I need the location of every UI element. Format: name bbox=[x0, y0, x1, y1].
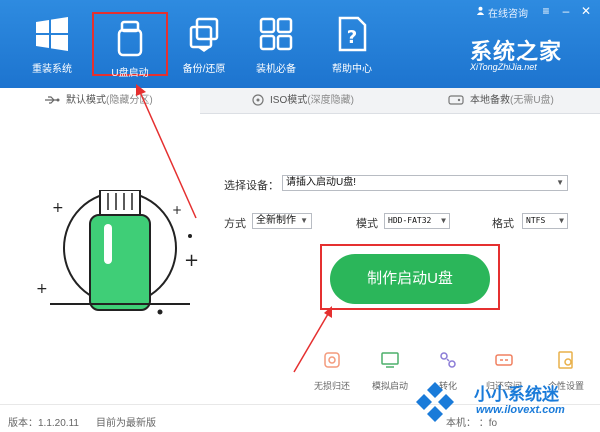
watermark-logo-icon bbox=[416, 382, 454, 422]
brand-subtitle: XiTongZhiJia.net bbox=[470, 62, 537, 72]
device-select[interactable]: 请插入启动U盘! ▼ bbox=[282, 175, 568, 191]
svg-text:+: + bbox=[172, 203, 182, 217]
restore-icon bbox=[324, 352, 340, 368]
tab-label: 本地备救 bbox=[470, 95, 510, 106]
method-select[interactable]: 全新制作 ▼ bbox=[252, 213, 312, 229]
nav-label: 装机必备 bbox=[256, 64, 296, 75]
format-label: 格式 bbox=[492, 218, 514, 230]
mode-tabs: 默认模式(隐藏分区) ISO模式(深度隐藏) 本地备救(无需U盘) bbox=[0, 88, 600, 115]
tool-label: 无损归还 bbox=[313, 381, 350, 391]
convert-icon bbox=[440, 352, 456, 368]
personalize-icon bbox=[558, 351, 573, 369]
nav-label: 备份/还原 bbox=[182, 64, 226, 75]
device-label: 选择设备： bbox=[224, 180, 279, 192]
apps-grid-icon bbox=[259, 17, 293, 51]
reclaim-space-icon bbox=[495, 354, 513, 366]
chevron-down-icon: ▼ bbox=[300, 216, 308, 225]
minimize-icon[interactable]: – bbox=[560, 5, 572, 17]
svg-text:+: + bbox=[184, 250, 199, 271]
tab-suffix: (深度隐藏) bbox=[307, 95, 354, 106]
close-icon[interactable]: ✕ bbox=[580, 5, 592, 17]
mode-select-value: HDD-FAT32 bbox=[388, 216, 432, 225]
tab-label: 默认模式 bbox=[66, 95, 106, 106]
hard-drive-icon bbox=[448, 95, 464, 105]
nav-label: U盘启动 bbox=[111, 68, 149, 79]
tab-suffix: (无需U盘) bbox=[510, 95, 554, 106]
windows-logo-icon bbox=[36, 17, 68, 51]
disc-icon bbox=[252, 94, 264, 106]
tab-label: ISO模式 bbox=[270, 95, 308, 106]
watermark-title: 小小系统迷 bbox=[474, 385, 559, 404]
usb-illustration: + + + + bbox=[36, 190, 199, 315]
chevron-down-icon: ▼ bbox=[559, 216, 564, 225]
top-header: 重装系统 U盘启动 备份/还原 装机必备 ? 帮助中心 在线咨询 ≡ – ✕ 系… bbox=[0, 0, 600, 88]
tab-local-rescue[interactable]: 本地备救(无需U盘) bbox=[400, 88, 600, 114]
nav-reinstall-system[interactable]: 重装系统 bbox=[14, 10, 90, 75]
user-icon bbox=[476, 6, 485, 15]
online-help-link[interactable]: 在线咨询 bbox=[488, 5, 528, 20]
format-select[interactable]: NTFS ▼ bbox=[522, 213, 568, 229]
method-label: 方式 bbox=[224, 218, 246, 230]
svg-text:+: + bbox=[36, 281, 48, 297]
mode-select[interactable]: HDD-FAT32 ▼ bbox=[384, 213, 450, 229]
annotation-highlight-box bbox=[320, 244, 500, 310]
svg-text:?: ? bbox=[347, 27, 357, 48]
nav-label: 重装系统 bbox=[32, 64, 72, 75]
chevron-down-icon: ▼ bbox=[441, 216, 446, 225]
update-status-text: 目前为最新版 bbox=[96, 418, 156, 429]
format-select-value: NTFS bbox=[526, 216, 546, 225]
nav-usb-boot[interactable]: U盘启动 bbox=[92, 12, 168, 79]
chevron-down-icon: ▼ bbox=[556, 178, 564, 187]
simulate-boot-icon bbox=[381, 352, 399, 368]
nav-essentials[interactable]: 装机必备 bbox=[238, 10, 314, 75]
tab-iso-mode[interactable]: ISO模式(深度隐藏) bbox=[200, 88, 400, 114]
usb-drive-icon bbox=[117, 20, 143, 57]
tab-suffix: (隐藏分区) bbox=[106, 95, 153, 106]
nav-help-center[interactable]: ? 帮助中心 bbox=[314, 10, 390, 75]
tool-lossless-restore[interactable]: 无损归还 bbox=[302, 350, 362, 392]
nav-backup-restore[interactable]: 备份/还原 bbox=[166, 10, 242, 75]
nav-label: 帮助中心 bbox=[332, 64, 372, 75]
usb-symbol-icon bbox=[45, 96, 60, 104]
method-select-value: 全新制作 bbox=[256, 215, 296, 226]
watermark-url: www.ilovext.com bbox=[476, 404, 565, 416]
mode-label: 模式 bbox=[356, 218, 378, 230]
device-select-value: 请插入启动U盘! bbox=[286, 177, 356, 188]
help-document-icon: ? bbox=[338, 16, 367, 52]
menu-icon[interactable]: ≡ bbox=[540, 5, 552, 17]
tab-default-mode[interactable]: 默认模式(隐藏分区) bbox=[0, 88, 200, 115]
version-text: 版本：1.1.20.11 bbox=[8, 418, 79, 429]
svg-text:+: + bbox=[52, 200, 64, 216]
backup-restore-icon bbox=[189, 17, 219, 52]
